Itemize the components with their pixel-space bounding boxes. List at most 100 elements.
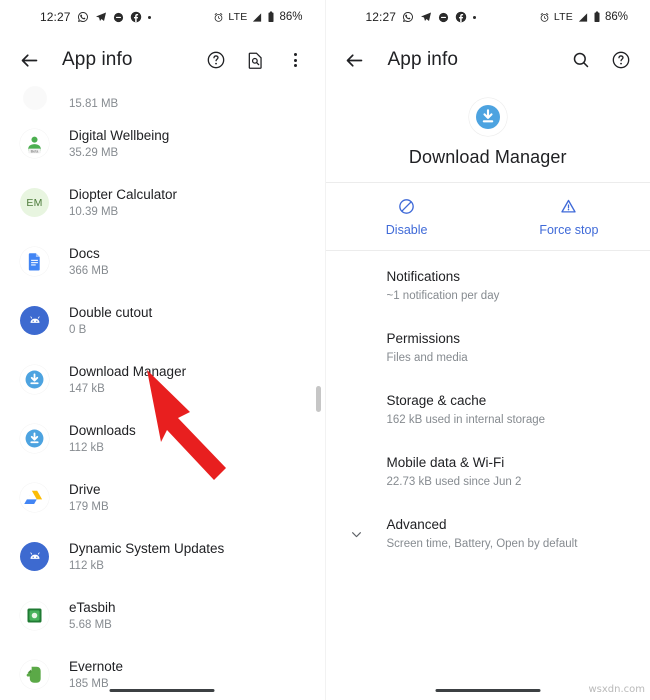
settings-row-permissions[interactable]: Permissions Files and media [326, 317, 650, 379]
list-item[interactable]: Drive 179 MB [0, 468, 325, 527]
left-screen-app-list: 12:27 LTE 86% App info 15.81 MB Beta Dig… [0, 0, 325, 700]
whatsapp-icon [402, 11, 414, 23]
download-manager-icon [20, 365, 49, 394]
status-bar-left-group: 12:27 [340, 10, 477, 24]
settings-row-storage[interactable]: Storage & cache 162 kB used in internal … [326, 379, 650, 441]
app-size: 112 kB [69, 559, 104, 572]
force-stop-label: Force stop [539, 223, 599, 237]
app-size: 15.81 MB [69, 98, 119, 110]
battery-icon [267, 11, 275, 23]
row-subtitle: Screen time, Battery, Open by default [386, 538, 578, 550]
app-name: Digital Wellbeing [69, 127, 170, 143]
app-size: 112 kB [69, 441, 104, 454]
svg-text:Beta: Beta [31, 149, 40, 153]
list-item[interactable]: Double cutout 0 B [0, 291, 325, 350]
row-text: Permissions Files and media [387, 330, 468, 366]
row-title: Permissions [386, 331, 461, 346]
document-search-icon[interactable] [241, 45, 271, 75]
alarm-icon [539, 12, 550, 23]
dual-screenshot: 12:27 LTE 86% App info 15.81 MB Beta Dig… [0, 0, 650, 700]
app-size: 147 kB [69, 382, 105, 395]
list-item-text: Diopter Calculator 10.39 MB [69, 186, 177, 220]
status-bar-right-group: LTE 86% [213, 11, 310, 23]
list-item[interactable]: 15.81 MB [0, 83, 325, 114]
list-item[interactable]: Downloads 112 kB [0, 409, 325, 468]
watermark: wsxdn.com [588, 684, 645, 695]
list-item-text: eTasbih 5.68 MB [69, 599, 116, 633]
app-icon-partial [20, 83, 49, 112]
help-circle-icon[interactable] [606, 45, 636, 75]
settings-rows: Notifications ~1 notification per day Pe… [326, 251, 650, 565]
status-bar-right: 12:27 LTE 86% [326, 0, 650, 34]
row-subtitle: ~1 notification per day [386, 290, 500, 302]
list-item[interactable]: EM Diopter Calculator 10.39 MB [0, 173, 325, 232]
search-icon[interactable] [566, 45, 596, 75]
list-item-text: Dynamic System Updates 112 kB [69, 540, 224, 574]
page-title: App info [387, 49, 459, 70]
overflow-dots [294, 53, 297, 67]
list-item-text: Docs 366 MB [69, 245, 109, 279]
app-name: eTasbih [69, 599, 116, 615]
list-item[interactable]: Beta Digital Wellbeing 35.29 MB [0, 114, 325, 173]
page-title: App info [62, 49, 133, 70]
scrollbar-thumb[interactable] [315, 386, 321, 412]
row-title: Advanced [386, 517, 447, 532]
settings-row-advanced[interactable]: Advanced Screen time, Battery, Open by d… [326, 503, 650, 565]
alarm-icon [213, 12, 224, 23]
list-item[interactable]: eTasbih 5.68 MB [0, 586, 325, 645]
action-buttons: Disable Force stop [326, 183, 650, 250]
app-name: Evernote [69, 658, 124, 674]
back-arrow-icon[interactable] [340, 45, 370, 75]
list-item[interactable]: Docs 366 MB [0, 232, 325, 291]
list-item-text: Downloads 112 kB [69, 422, 136, 456]
row-text: Mobile data & Wi-Fi 22.73 kB used since … [387, 454, 522, 490]
android-icon [20, 306, 49, 335]
list-item[interactable]: Dynamic System Updates 112 kB [0, 527, 325, 586]
settings-row-mobile-data[interactable]: Mobile data & Wi-Fi 22.73 kB used since … [326, 441, 650, 503]
disable-button[interactable]: Disable [326, 183, 488, 250]
signal-icon [251, 12, 263, 23]
list-item-text: Download Manager 147 kB [69, 363, 186, 397]
app-size: 366 MB [69, 264, 109, 277]
row-title: Mobile data & Wi-Fi [386, 455, 505, 470]
app-name: Download Manager [69, 363, 187, 379]
row-text: Notifications ~1 notification per day [387, 268, 500, 304]
app-detail-header: Download Manager [326, 86, 650, 182]
force-stop-button[interactable]: Force stop [488, 183, 650, 250]
app-size: 0 B [69, 323, 87, 336]
telegram-icon [420, 11, 432, 23]
facebook-icon [455, 11, 467, 23]
chat-icon [438, 12, 449, 23]
nav-gesture-pill[interactable] [109, 688, 215, 692]
google-drive-icon [20, 483, 49, 512]
list-item-text: Digital Wellbeing 35.29 MB [69, 127, 169, 161]
appbar-right: App info [326, 34, 650, 86]
back-arrow-icon[interactable] [14, 45, 44, 75]
battery-percent: 86% [604, 11, 628, 23]
list-item[interactable]: Download Manager 147 kB [0, 350, 325, 409]
help-circle-icon[interactable] [201, 45, 231, 75]
settings-row-notifications[interactable]: Notifications ~1 notification per day [326, 255, 650, 317]
evernote-icon [20, 660, 49, 689]
status-time: 12:27 [365, 10, 397, 24]
facebook-icon [130, 11, 142, 23]
downloads-icon [20, 424, 49, 453]
list-item-text: Evernote 185 MB [69, 658, 123, 692]
row-title: Notifications [386, 269, 461, 284]
telegram-icon [95, 11, 107, 23]
whatsapp-icon [77, 11, 89, 23]
row-text: Storage & cache 162 kB used in internal … [387, 392, 546, 428]
app-size: 5.68 MB [69, 618, 112, 631]
nav-gesture-pill[interactable] [435, 688, 541, 692]
warning-triangle-icon [488, 197, 650, 216]
app-name: Downloads [69, 422, 136, 438]
list-item-text: 15.81 MB [69, 95, 118, 112]
app-name: Dynamic System Updates [69, 540, 225, 556]
row-subtitle: Files and media [386, 352, 468, 364]
row-title: Storage & cache [386, 393, 487, 408]
status-bar-left-group: 12:27 [14, 10, 151, 24]
app-list[interactable]: 15.81 MB Beta Digital Wellbeing 35.29 MB… [0, 83, 325, 700]
google-docs-icon [20, 247, 49, 276]
more-vert-icon[interactable] [281, 45, 311, 75]
chevron-down-icon[interactable] [326, 526, 387, 543]
